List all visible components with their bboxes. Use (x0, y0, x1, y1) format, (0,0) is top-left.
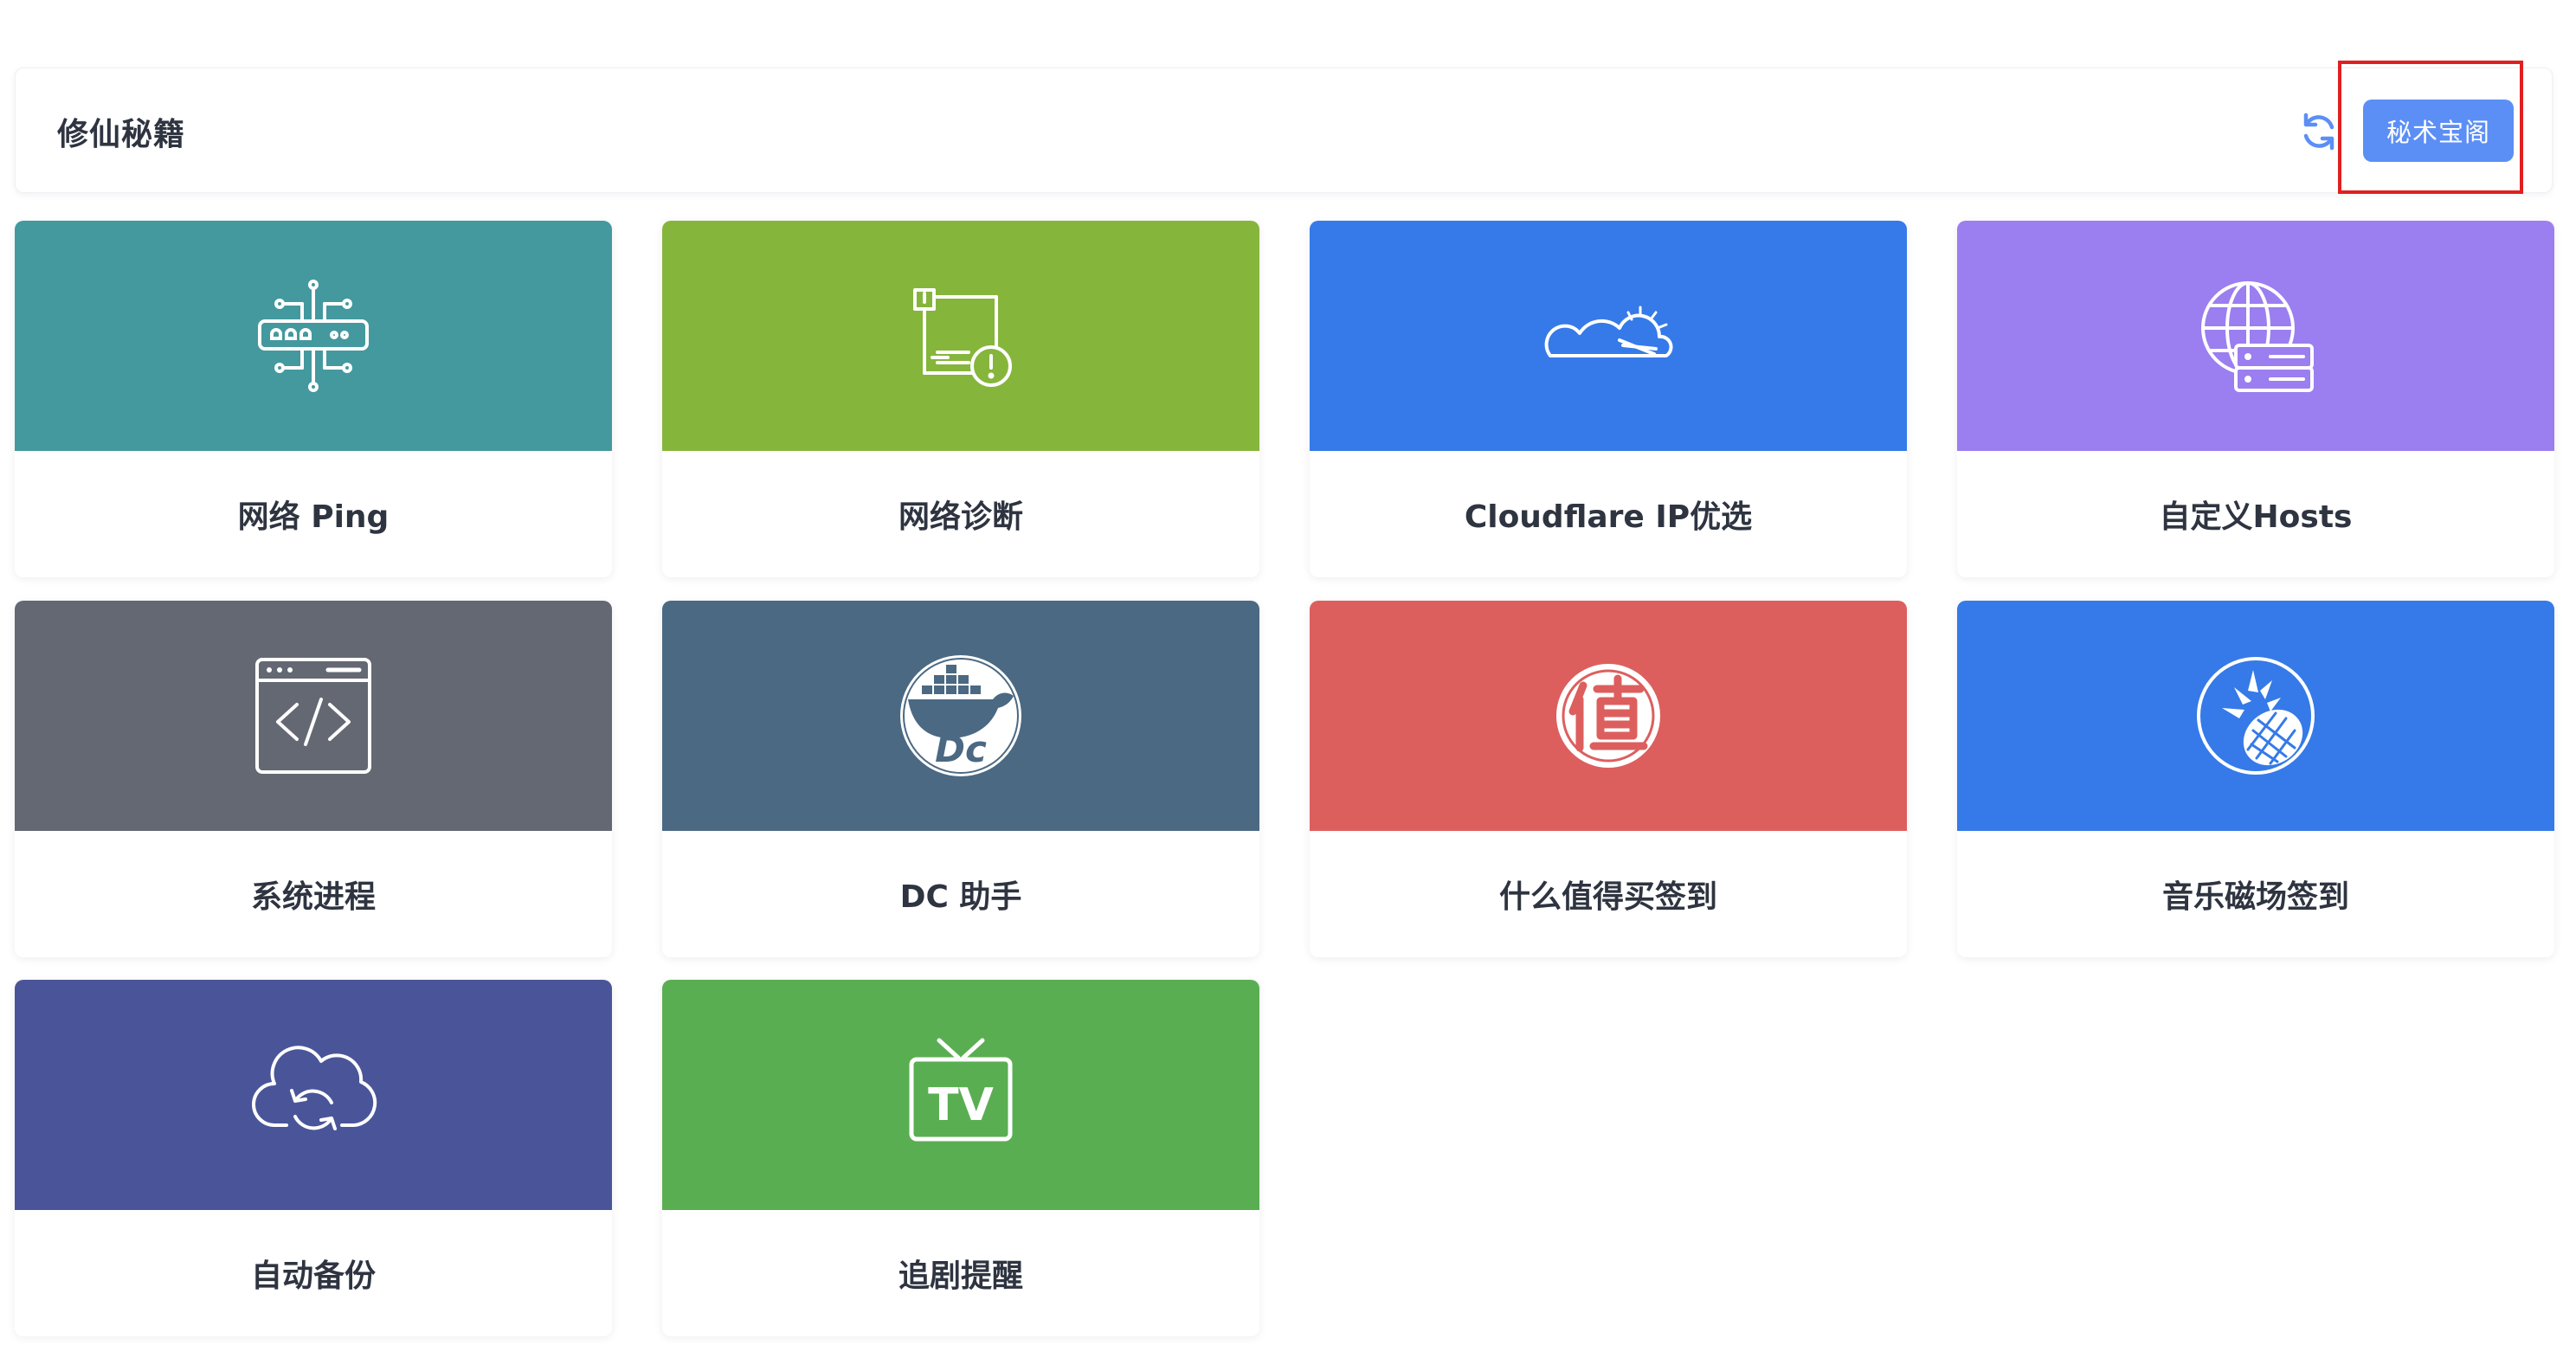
card-network-diagnosis[interactable]: 网络诊断 (662, 221, 1259, 577)
card-banner: TV (662, 980, 1259, 1210)
card-banner: Dc (662, 601, 1259, 831)
card-tv-reminder[interactable]: TV 追剧提醒 (662, 980, 1259, 1336)
card-network-ping[interactable]: 网络 Ping (15, 221, 612, 577)
card-system-process[interactable]: 系统进程 (15, 601, 612, 957)
card-banner (15, 980, 612, 1210)
smzdm-icon (1556, 664, 1660, 768)
card-banner (1957, 601, 2554, 831)
card-dc-assistant[interactable]: Dc DC 助手 (662, 601, 1259, 957)
globe-server-icon (2201, 281, 2314, 392)
cloudflare-icon (1544, 306, 1673, 357)
card-banner (1310, 221, 1907, 451)
card-banner (15, 221, 612, 451)
network-ping-icon (258, 280, 369, 392)
card-label: 网络 Ping (237, 499, 390, 535)
tv-icon: TV (909, 1038, 1013, 1142)
card-label: DC 助手 (899, 879, 1022, 915)
svg-text:Dc: Dc (935, 728, 987, 770)
pineapple-icon (2197, 657, 2315, 775)
card-banner (662, 221, 1259, 451)
card-music-checkin[interactable]: 音乐磁场签到 (1957, 601, 2554, 957)
page: 修仙秘籍 秘术宝阁 网络 Ping 网络诊断 Cloudflare IP优选 自… (0, 0, 2576, 1371)
vault-button[interactable]: 秘术宝阁 (2363, 100, 2514, 162)
card-label: 网络诊断 (898, 499, 1023, 535)
network-diagnosis-icon (913, 288, 1012, 387)
card-label: Cloudflare IP优选 (1464, 499, 1753, 535)
card-smzdm[interactable]: 什么值得买签到 (1310, 601, 1907, 957)
card-label: 追剧提醒 (898, 1258, 1023, 1294)
cloud-sync-icon (252, 1046, 377, 1130)
card-label: 什么值得买签到 (1498, 879, 1717, 915)
header-bar: 修仙秘籍 秘术宝阁 (15, 68, 2553, 193)
refresh-icon[interactable] (2297, 110, 2341, 153)
card-cloudflare[interactable]: Cloudflare IP优选 (1310, 221, 1907, 577)
card-label: 自定义Hosts (2159, 499, 2353, 535)
card-banner (15, 601, 612, 831)
docker-whale-icon: Dc (900, 655, 1021, 776)
card-custom-hosts[interactable]: 自定义Hosts (1957, 221, 2554, 577)
code-window-icon (255, 658, 371, 774)
card-label: 系统进程 (250, 879, 376, 915)
page-title: 修仙秘籍 (57, 117, 186, 152)
card-banner (1957, 221, 2554, 451)
card-auto-backup[interactable]: 自动备份 (15, 980, 612, 1336)
card-label: 自动备份 (250, 1258, 376, 1294)
card-banner (1310, 601, 1907, 831)
card-label: 音乐磁场签到 (2161, 879, 2349, 915)
svg-text:TV: TV (928, 1079, 994, 1131)
